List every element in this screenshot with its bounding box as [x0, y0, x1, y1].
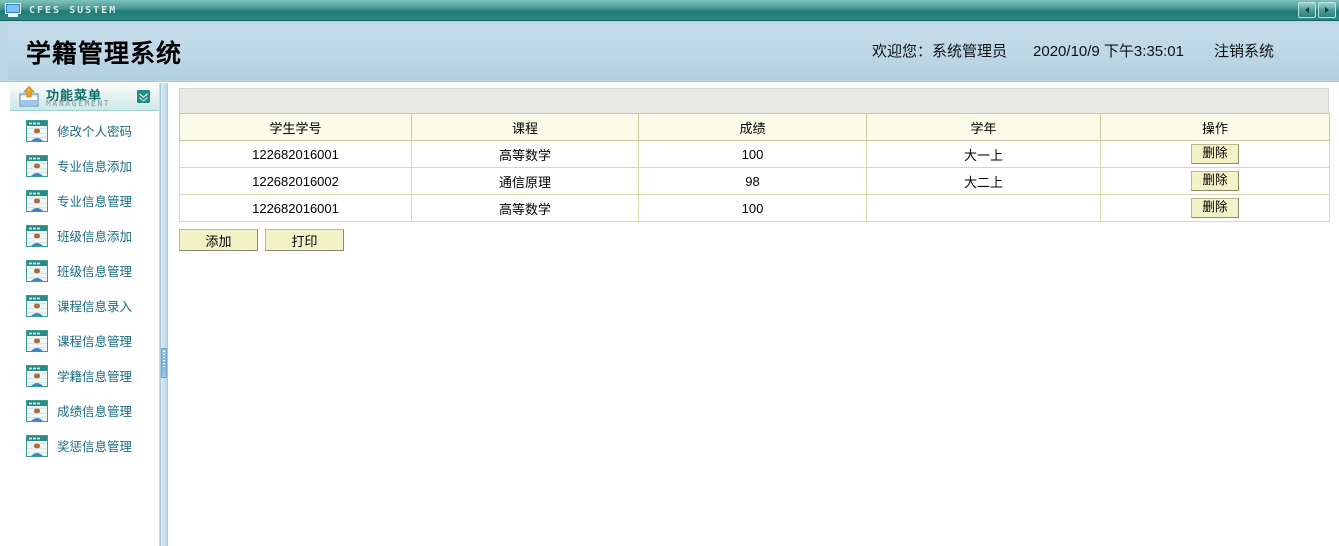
cell-score: 100 — [638, 194, 867, 222]
cell-academic-year: 大二上 — [866, 167, 1101, 195]
sidebar-item-label: 课程信息录入 — [57, 300, 133, 314]
chevron-double-down-icon — [139, 93, 148, 102]
user-card-icon — [26, 224, 48, 247]
add-button[interactable]: 添加 — [179, 229, 258, 251]
sidebar-panel-header: 功能菜单 MANAGEMENT — [10, 83, 159, 111]
sidebar: 功能菜单 MANAGEMENT 修改个人密码 专业信息添加 专业信息管理 班级信… — [0, 83, 160, 546]
page-header: 学籍管理系统 欢迎您：系统管理员 2020/10/9 下午3:35:01 注销系… — [0, 21, 1339, 82]
sidebar-item-label: 专业信息添加 — [57, 160, 133, 174]
panel-splitter[interactable] — [160, 83, 168, 546]
form-action-buttons: 添加 打印 — [179, 229, 344, 251]
cell-academic-year — [866, 194, 1101, 222]
user-card-icon — [26, 294, 48, 317]
main-content: 学生学号 课程 成绩 学年 操作 122682016001 高等数学 100 大… — [169, 83, 1339, 546]
monitor-icon — [5, 3, 21, 17]
table-row: 122682016001 高等数学 100 删除 — [179, 194, 1330, 222]
cell-score: 98 — [638, 167, 867, 195]
sidebar-item-manage-reward-punishment[interactable]: 奖惩信息管理 — [10, 428, 159, 463]
user-card-icon — [26, 189, 48, 212]
cell-student-id: 122682016001 — [179, 194, 412, 222]
user-card-icon — [26, 364, 48, 387]
sidebar-item-label: 班级信息添加 — [57, 230, 133, 244]
sidebar-item-add-major[interactable]: 专业信息添加 — [10, 148, 159, 183]
window-titlebar: CFES SUSTEM — [0, 0, 1339, 21]
score-grid-container: 学生学号 课程 成绩 学年 操作 122682016001 高等数学 100 大… — [179, 88, 1330, 222]
page-header-inner: 学籍管理系统 欢迎您：系统管理员 2020/10/9 下午3:35:01 注销系… — [8, 24, 1339, 80]
column-header-operation: 操作 — [1100, 113, 1330, 141]
table-header-row: 学生学号 课程 成绩 学年 操作 — [179, 113, 1330, 141]
user-card-icon — [26, 119, 48, 142]
sidebar-item-label: 修改个人密码 — [57, 125, 133, 139]
cell-course: 高等数学 — [411, 194, 639, 222]
delete-button[interactable]: 删除 — [1191, 144, 1239, 164]
sidebar-panel-subtitle: MANAGEMENT — [46, 99, 111, 108]
page-title: 学籍管理系统 — [26, 40, 183, 68]
sidebar-collapse-button[interactable] — [136, 89, 151, 104]
cell-score: 100 — [638, 140, 867, 168]
delete-button[interactable]: 删除 — [1191, 198, 1239, 218]
sidebar-item-label: 学籍信息管理 — [57, 370, 133, 384]
user-card-icon — [26, 399, 48, 422]
sidebar-item-manage-student-status[interactable]: 学籍信息管理 — [10, 358, 159, 393]
user-card-icon — [26, 154, 48, 177]
datetime-text: 2020/10/9 下午3:35:01 — [1033, 43, 1184, 60]
splitter-grip[interactable] — [161, 348, 167, 378]
header-right-group: 欢迎您：系统管理员 2020/10/9 下午3:35:01 注销系统 — [872, 40, 1274, 61]
sidebar-item-label: 成绩信息管理 — [57, 405, 133, 419]
print-button[interactable]: 打印 — [265, 229, 344, 251]
titlebar-buttons — [1298, 2, 1339, 18]
user-card-icon — [26, 434, 48, 457]
nav-prev-button[interactable] — [1298, 2, 1316, 18]
sidebar-menu-list: 修改个人密码 专业信息添加 专业信息管理 班级信息添加 班级信息管理 课程信息录… — [10, 113, 159, 463]
column-header-academic-year: 学年 — [866, 113, 1101, 141]
user-card-icon — [26, 259, 48, 282]
sidebar-item-label: 奖惩信息管理 — [57, 440, 133, 454]
sidebar-item-change-password[interactable]: 修改个人密码 — [10, 113, 159, 148]
column-header-score: 成绩 — [638, 113, 867, 141]
table-row: 122682016001 高等数学 100 大一上 删除 — [179, 140, 1330, 168]
sidebar-item-add-class[interactable]: 班级信息添加 — [10, 218, 159, 253]
cell-operation: 删除 — [1100, 194, 1330, 222]
application-window: CFES SUSTEM 学籍管理系统 欢迎您：系统管理员 2020/10/9 下… — [0, 0, 1339, 546]
sidebar-item-manage-course[interactable]: 课程信息管理 — [10, 323, 159, 358]
sidebar-item-label: 班级信息管理 — [57, 265, 133, 279]
welcome-text: 欢迎您：系统管理员 — [872, 43, 1008, 60]
logout-link[interactable]: 注销系统 — [1214, 40, 1274, 61]
inbox-upload-icon — [19, 86, 39, 107]
sidebar-item-label: 专业信息管理 — [57, 195, 133, 209]
chevron-right-icon — [1325, 7, 1329, 13]
chevron-left-icon — [1305, 7, 1309, 13]
cell-student-id: 122682016001 — [179, 140, 412, 168]
sidebar-item-add-course[interactable]: 课程信息录入 — [10, 288, 159, 323]
nav-next-button[interactable] — [1318, 2, 1336, 18]
sidebar-item-manage-major[interactable]: 专业信息管理 — [10, 183, 159, 218]
grid-toolbar-strip — [179, 88, 1329, 113]
cell-operation: 删除 — [1100, 167, 1330, 195]
sidebar-item-label: 课程信息管理 — [57, 335, 133, 349]
score-table: 学生学号 课程 成绩 学年 操作 122682016001 高等数学 100 大… — [179, 113, 1330, 222]
user-card-icon — [26, 329, 48, 352]
cell-course: 高等数学 — [411, 140, 639, 168]
table-row: 122682016002 通信原理 98 大二上 删除 — [179, 167, 1330, 195]
sidebar-item-manage-score[interactable]: 成绩信息管理 — [10, 393, 159, 428]
delete-button[interactable]: 删除 — [1191, 171, 1239, 191]
window-title: CFES SUSTEM — [29, 4, 118, 16]
cell-student-id: 122682016002 — [179, 167, 412, 195]
cell-academic-year: 大一上 — [866, 140, 1101, 168]
cell-course: 通信原理 — [411, 167, 639, 195]
sidebar-item-manage-class[interactable]: 班级信息管理 — [10, 253, 159, 288]
cell-operation: 删除 — [1100, 140, 1330, 168]
column-header-student-id: 学生学号 — [179, 113, 412, 141]
column-header-course: 课程 — [411, 113, 639, 141]
